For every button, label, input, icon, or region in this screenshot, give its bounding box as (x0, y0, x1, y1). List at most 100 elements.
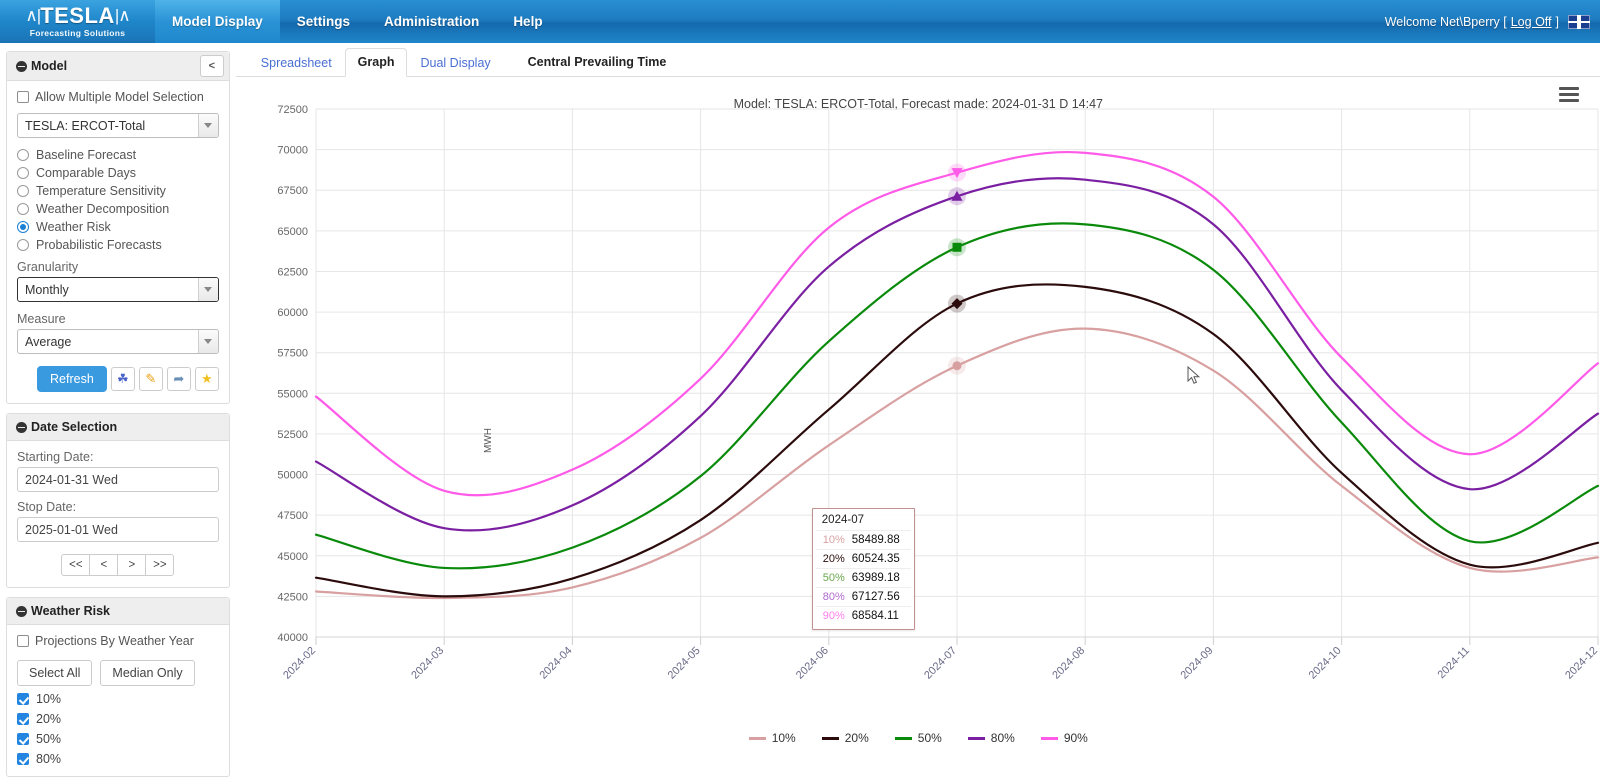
svg-text:47500: 47500 (277, 510, 308, 522)
svg-text:67500: 67500 (277, 185, 308, 197)
uk-flag-icon[interactable] (1568, 14, 1590, 29)
tab-graph[interactable]: Graph (344, 48, 408, 77)
percentile-80-row[interactable]: 80% (17, 752, 219, 766)
nav-settings[interactable]: Settings (280, 0, 367, 43)
median-only-button[interactable]: Median Only (100, 660, 195, 686)
tooltip-row: 80% 67127.56 (815, 587, 911, 607)
first-page-button[interactable]: << (61, 554, 91, 576)
radio-icon[interactable] (17, 185, 29, 197)
nav-model-display[interactable]: Model Display (155, 0, 280, 43)
share-icon[interactable]: ➦ (166, 367, 191, 391)
stop-date-input[interactable] (17, 517, 219, 542)
tooltip-key: 20% (815, 549, 848, 569)
percentile-50-row[interactable]: 50% (17, 732, 219, 746)
legend-item-90[interactable]: 90% (1040, 731, 1088, 745)
projections-by-weather-year-checkbox[interactable] (17, 635, 29, 647)
radio-weather-risk[interactable]: Weather Risk (17, 220, 219, 234)
projections-by-weather-year-row[interactable]: Projections By Weather Year (17, 634, 219, 648)
legend-item-20[interactable]: 20% (821, 731, 869, 745)
tooltip-table: 10% 58489.88 20% 60524.35 50% 63989.18 8… (815, 530, 911, 625)
svg-text:2024-10: 2024-10 (1306, 645, 1343, 682)
radio-icon[interactable] (17, 203, 29, 215)
legend-item-80[interactable]: 80% (967, 731, 1015, 745)
svg-text:42500: 42500 (277, 591, 308, 603)
svg-text:62500: 62500 (277, 266, 308, 278)
pencil-icon[interactable]: ✎ (138, 367, 163, 391)
svg-text:2024-02: 2024-02 (281, 645, 318, 682)
star-icon[interactable]: ★ (194, 367, 219, 391)
radio-baseline-forecast[interactable]: Baseline Forecast (17, 148, 219, 162)
legend-item-10[interactable]: 10% (748, 731, 796, 745)
allow-multiple-model-checkbox[interactable] (17, 91, 29, 103)
legend-swatch (894, 736, 912, 740)
percentile-10-label: 10% (36, 692, 62, 706)
model-select[interactable]: TESLA: ERCOT-Total (17, 113, 219, 138)
percentile-50-checkbox[interactable] (17, 733, 29, 745)
nav-administration[interactable]: Administration (367, 0, 496, 43)
allow-multiple-model-row[interactable]: Allow Multiple Model Selection (17, 90, 219, 104)
percentile-10-row[interactable]: 10% (17, 692, 219, 706)
svg-text:65000: 65000 (277, 226, 308, 238)
waveform-icon-right: |∧ (114, 6, 131, 25)
measure-select[interactable]: Average (17, 329, 219, 354)
tooltip-key: 10% (815, 530, 848, 550)
radio-weather-decomposition[interactable]: Weather Decomposition (17, 202, 219, 216)
last-page-button[interactable]: >> (145, 554, 175, 576)
tooltip-row: 50% 63989.18 (815, 568, 911, 588)
radio-icon[interactable] (17, 239, 29, 251)
radio-icon[interactable] (17, 167, 29, 179)
radio-icon[interactable] (17, 149, 29, 161)
granularity-value: Monthly (25, 282, 69, 297)
log-off-link[interactable]: Log Off (1511, 15, 1552, 29)
chevron-down-icon[interactable] (197, 278, 218, 301)
prev-page-button[interactable]: < (89, 554, 119, 576)
svg-text:2024-11: 2024-11 (1435, 645, 1471, 681)
sidebar-collapse-button[interactable]: < (199, 55, 224, 77)
tab-spreadsheet[interactable]: Spreadsheet (248, 49, 345, 77)
chevron-down-icon[interactable] (197, 330, 218, 353)
tooltip-value: 58489.88 (847, 530, 911, 550)
mouse-cursor (1187, 366, 1200, 384)
brand-word: TESLA (40, 3, 115, 28)
svg-text:52500: 52500 (277, 429, 308, 441)
next-page-button[interactable]: > (117, 554, 147, 576)
svg-text:2024-05: 2024-05 (665, 645, 702, 682)
svg-text:2024-03: 2024-03 (409, 645, 446, 682)
percentile-20-checkbox[interactable] (17, 713, 29, 725)
tooltip-key: 50% (815, 568, 848, 588)
legend-label: 10% (771, 731, 796, 745)
tab-dual-display[interactable]: Dual Display (407, 49, 503, 77)
tooltip-header: 2024-07 (821, 514, 864, 526)
percentile-80-checkbox[interactable] (17, 753, 29, 765)
nav-help[interactable]: Help (496, 0, 559, 43)
collapse-minus-icon[interactable] (16, 605, 27, 617)
percentile-20-row[interactable]: 20% (17, 712, 219, 726)
measure-value: Average (25, 334, 72, 349)
starting-date-input[interactable] (17, 467, 219, 492)
chevron-down-icon[interactable] (197, 114, 218, 137)
tree-icon[interactable]: ☘ (110, 367, 135, 391)
model-panel: Model < Allow Multiple Model Selection T… (6, 51, 230, 404)
svg-text:40000: 40000 (277, 632, 308, 644)
tooltip-row: 10% 58489.88 (815, 530, 911, 550)
legend-item-50[interactable]: 50% (894, 731, 942, 745)
tab-bar: Spreadsheet Graph Dual Display Central P… (235, 43, 1600, 77)
collapse-minus-icon[interactable] (16, 60, 27, 72)
radio-label: Temperature Sensitivity (36, 184, 166, 198)
legend-swatch (1040, 736, 1058, 740)
radio-probabilistic-forecasts[interactable]: Probabilistic Forecasts (17, 238, 219, 252)
granularity-select[interactable]: Monthly (17, 277, 219, 302)
svg-text:45000: 45000 (277, 551, 308, 563)
radio-comparable-days[interactable]: Comparable Days (17, 166, 219, 180)
sidebar: Model < Allow Multiple Model Selection T… (0, 43, 236, 777)
radio-icon-selected[interactable] (17, 221, 29, 233)
radio-temperature-sensitivity[interactable]: Temperature Sensitivity (17, 184, 219, 198)
tesla-logo[interactable]: ∧| TESLA |∧ Forecasting Solutions (0, 0, 155, 43)
percentile-10-checkbox[interactable] (17, 693, 29, 705)
refresh-button[interactable]: Refresh (37, 366, 107, 392)
svg-text:60000: 60000 (277, 307, 308, 319)
svg-text:72500: 72500 (277, 104, 308, 116)
chart-tooltip: 2024-07 10% 58489.88 20% 60524.35 50% 63… (811, 508, 915, 630)
collapse-minus-icon[interactable] (16, 421, 27, 433)
select-all-button[interactable]: Select All (17, 660, 93, 686)
